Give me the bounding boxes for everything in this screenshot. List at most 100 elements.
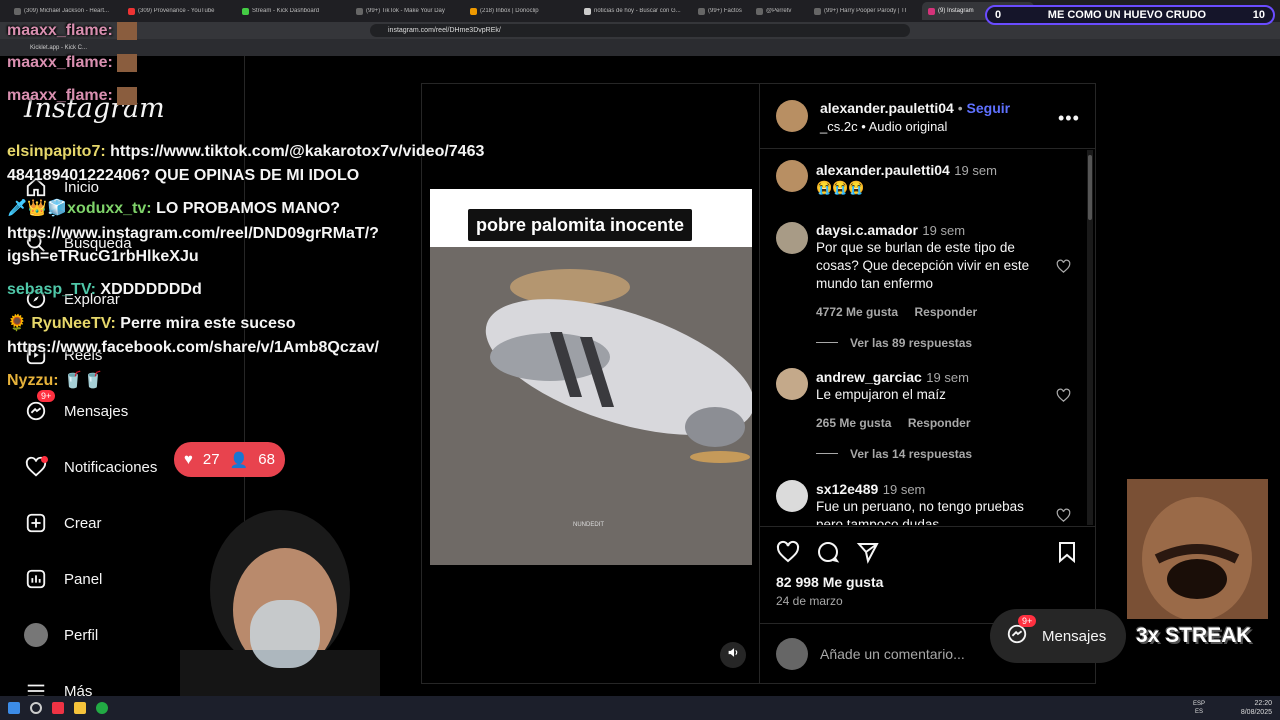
audio-user: _cs.2c [820,119,858,134]
browser-tab[interactable]: (99+) Factos [692,7,748,15]
mute-button[interactable] [720,642,746,668]
url-field[interactable]: instagram.com/reel/DHme3DvpREk/ [370,24,910,37]
chat-username: Nyzzu: [7,372,59,389]
chat-text: LO PROBAMOS MANO? [156,200,341,217]
folder-icon[interactable] [74,702,86,714]
comment-username[interactable]: andrew_garciac [816,369,922,385]
comment-text: Le empujaron el maíz [816,387,946,402]
audio-line[interactable]: _cs.2c • Audio original [820,119,947,134]
nav-item-notificaciones[interactable]: Notificaciones [24,455,157,479]
plus-square-icon [24,511,48,535]
video-watermark: NUNDEDIT [573,522,604,528]
nav-item-crear[interactable]: Crear [24,511,102,535]
comments-scrollbar[interactable] [1087,150,1093,525]
comment-avatar[interactable] [776,160,808,192]
comment-button[interactable] [816,540,840,569]
bookmark-item[interactable]: Kicklet.app - Kick C... [30,45,87,51]
tab-title: Stream - Kick Dashboard [252,8,320,14]
browser-tab[interactable]: (99+) TikTok - Make Your Day [350,7,462,15]
comment-like-icon[interactable] [1056,259,1071,279]
badge-icon: 🌻 [7,315,27,332]
comment-text: Por que se burlan de este tipo de cosas?… [816,240,1030,291]
view-replies-button[interactable]: Ver las 14 respuestas [850,447,972,461]
follow-button[interactable]: Seguir [967,100,1011,116]
nav-label: Crear [64,514,102,532]
favicon-icon [128,7,135,15]
comment-likes[interactable]: 4772 Me gusta [816,305,898,319]
browser-tab[interactable]: (309) Provenance - YouTube [122,7,234,15]
nav-item-mensajes[interactable]: 9+ Mensajes [24,390,128,423]
bookmark-icon [1059,542,1075,564]
comment-username[interactable]: sx12e489 [816,481,878,497]
scrollbar-thumb[interactable] [1088,155,1092,220]
comment-time: 19 sem [954,163,997,178]
nav-label: Perfil [64,626,99,644]
author-comment-header: alexander.pauletti04 19 sem [816,162,997,180]
tab-title: (99+) TikTok - Make Your Day [366,8,445,14]
chat-text: XDDDDDDDd [100,281,202,298]
notification-badge: 9+ [1018,615,1037,627]
comment-username[interactable]: daysi.c.amador [816,222,918,238]
favicon-icon [356,7,363,15]
start-icon[interactable] [8,702,20,714]
favicon-icon [14,7,21,15]
badge-icons: 🗡👑🧊 [7,200,68,217]
tab-title: (99+) Harry Pooper Parody | TI [824,8,907,14]
comment-likes[interactable]: 265 Me gusta [816,416,891,430]
reel-video[interactable]: pobre palomita inocente NUNDEDIT [430,189,752,565]
heart-icon: ♥ [184,451,193,468]
comment-like-icon[interactable] [1056,508,1071,525]
likes-count[interactable]: 82 998 Me gusta [776,574,883,590]
divider [760,526,1095,527]
comment-avatar[interactable] [776,480,808,512]
taskbar-clock[interactable]: 22:20 8/08/2025 [1241,699,1272,717]
author-username[interactable]: alexander.pauletti04 [820,100,954,116]
reply-button[interactable]: Responder [908,416,971,430]
comment-avatar[interactable] [776,368,808,400]
comment-avatar[interactable] [776,222,808,254]
search-icon[interactable] [30,702,42,714]
comment-like-icon[interactable] [1056,388,1071,408]
language-indicator[interactable]: ESP ES [1193,700,1205,716]
like-button[interactable] [776,540,800,569]
browser-tab[interactable]: @Perretv [750,7,806,15]
post-header: alexander.pauletti04 • Seguir [820,100,1010,116]
more-options-icon[interactable]: ••• [1058,108,1080,129]
chat-message: maaxx_flame: [7,20,138,42]
clock-time: 22:20 [1254,700,1272,707]
viewers-count: 68 [258,451,275,468]
avatar-icon [24,623,48,647]
favicon-icon [242,7,249,15]
lang-secondary: ES [1195,709,1204,715]
browser-tab[interactable]: noticias de hoy - Buscar con G... [578,7,690,15]
comment-text: Fue un peruano, no tengo pruebas pero ta… [816,499,1024,525]
emote-image [117,86,138,105]
replies-line [816,453,838,454]
save-button[interactable] [1055,540,1079,569]
speaker-icon [727,646,740,664]
view-replies-button[interactable]: Ver las 89 respuestas [850,336,972,350]
comment-time: 19 sem [926,370,969,385]
browser-tab[interactable]: (218) Inbox | Donoclip [464,7,576,15]
browser-tab[interactable]: Stream - Kick Dashboard [236,7,348,15]
clock-date: 8/08/2025 [1240,709,1272,716]
nav-item-perfil[interactable]: Perfil [24,623,98,647]
brave-icon[interactable] [52,702,64,714]
browser-tab[interactable]: (99+) Harry Pooper Parody | TI [808,7,920,15]
messages-floating-button[interactable]: 9+ Mensajes [990,609,1126,663]
send-icon [856,543,879,564]
browser-tab[interactable]: (309) Michael Jackson - Heart... [8,7,120,15]
app-icon[interactable] [96,702,108,714]
favicon-icon [928,7,935,15]
comment-username[interactable]: alexander.pauletti04 [816,162,950,178]
reply-button[interactable]: Responder [915,305,978,319]
emote-image [117,53,138,72]
comment-input[interactable]: Añade un comentario... [820,646,965,662]
favicon-icon [470,7,477,15]
author-avatar[interactable] [776,100,808,132]
separator-dot: • [957,100,963,116]
share-button[interactable] [856,540,880,569]
chat-username: maaxx_flame: [7,87,113,104]
chat-text: Perre mira este suceso [120,315,296,332]
nav-item-panel[interactable]: Panel [24,567,102,591]
